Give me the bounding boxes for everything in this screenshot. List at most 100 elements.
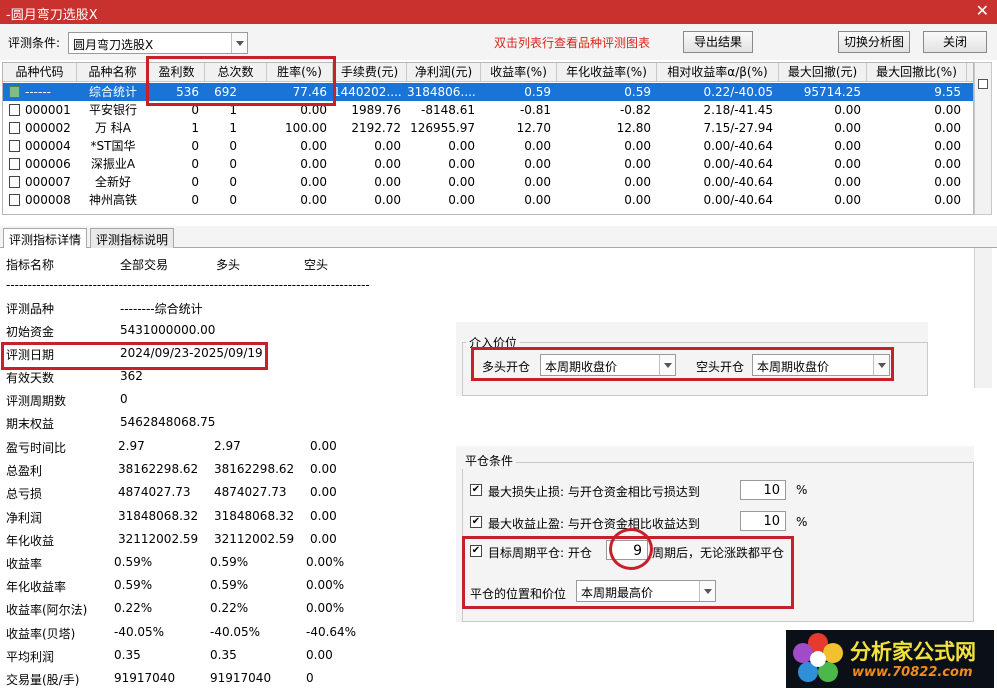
detail-metric-label: 平均利润 xyxy=(6,649,55,664)
cell-annual-return: 0.59 xyxy=(624,85,651,99)
cell-max-drawdown: 0.00 xyxy=(834,103,861,117)
exit-group-title: 平仓条件 xyxy=(462,452,517,469)
tab-detail[interactable]: 评测指标详情 xyxy=(3,228,88,249)
double-click-hint: 双击列表行查看品种评测图表 xyxy=(494,36,651,50)
cell-return: 12.70 xyxy=(516,121,551,135)
cell-annual-return: 0.00 xyxy=(624,193,651,207)
cell-return: 0.59 xyxy=(524,85,551,99)
cell-return: 0.00 xyxy=(524,175,551,189)
takeprofit-unit: % xyxy=(796,515,808,529)
window-title: -圆月弯刀选股X xyxy=(6,8,98,23)
detail-metric-label: 收益率(阿尔法) xyxy=(6,603,88,618)
watermark-logo: 分析家公式网 www.70822.com xyxy=(786,630,994,688)
cell-wins: 0 xyxy=(191,139,199,153)
cell-name: 综合统计 xyxy=(88,85,137,99)
detail-value-long: 32112002.59 xyxy=(214,531,295,546)
col-header-code[interactable]: 品种代码 xyxy=(3,63,77,82)
cell-annual-return: 12.80 xyxy=(616,121,651,135)
cell-winrate: 0.00 xyxy=(300,175,327,189)
detail-metric-label: 评测品种 xyxy=(6,302,55,316)
col-header-fee[interactable]: 手续费(元) xyxy=(333,63,407,82)
condition-select[interactable]: 圆月弯刀选股X xyxy=(68,32,248,54)
cell-max-drawdown-ratio: 0.00 xyxy=(934,103,961,117)
cell-fee: 0.00 xyxy=(374,139,401,153)
cell-wins: 0 xyxy=(191,175,199,189)
cell-netprofit: 3184806.... xyxy=(407,85,475,99)
col-header-return[interactable]: 收益率(%) xyxy=(481,63,557,82)
detail-value-all: -40.05% xyxy=(114,624,165,639)
col-header-annual-return[interactable]: 年化收益率(%) xyxy=(557,63,657,82)
close-button[interactable]: 关闭 xyxy=(923,31,987,53)
row-checkbox[interactable] xyxy=(9,122,20,134)
cell-code: 000002 xyxy=(25,121,71,135)
condition-label: 评测条件: xyxy=(8,36,61,50)
table-row[interactable]: 000006 深振业A 0 0 0.00 0.00 0.00 0.00 0.00 0.00/-40… xyxy=(3,155,973,173)
col-header-alpha-beta[interactable]: 相对收益率α/β(%) xyxy=(657,63,779,82)
stoploss-checkbox[interactable]: ✔ xyxy=(470,484,482,496)
table-row[interactable]: 000007 全新好 0 0 0.00 0.00 0.00 0.00 0.00 0.00/-40.… xyxy=(3,173,973,191)
takeprofit-input[interactable]: 10 xyxy=(740,511,786,531)
cell-max-drawdown-ratio: 0.00 xyxy=(934,139,961,153)
cell-total: 0 xyxy=(229,139,237,153)
detail-metric-label: 总盈利 xyxy=(6,464,43,479)
export-button[interactable]: 导出结果 xyxy=(683,31,753,53)
detail-metric-label: 期末权益 xyxy=(6,417,55,431)
detail-metric-value: 362 xyxy=(120,369,143,383)
row-checkbox[interactable] xyxy=(9,158,20,170)
col-header-netprofit[interactable]: 净利润(元) xyxy=(407,63,481,82)
cell-max-drawdown-ratio: 9.55 xyxy=(934,85,961,99)
row-checkbox[interactable] xyxy=(9,104,20,116)
cell-netprofit: 0.00 xyxy=(448,175,475,189)
col-header-name[interactable]: 品种名称 xyxy=(77,63,149,82)
tab-explain[interactable]: 评测指标说明 xyxy=(90,228,175,248)
cell-wins: 0 xyxy=(191,193,199,207)
detail-metric-label: 收益率(贝塔) xyxy=(6,626,76,641)
cell-annual-return: -0.82 xyxy=(619,103,651,117)
cell-winrate: 100.00 xyxy=(285,121,327,135)
table-scrollbar[interactable] xyxy=(974,62,992,215)
detail-metric-label: 年化收益率 xyxy=(6,580,67,595)
cell-netprofit: -8148.61 xyxy=(421,103,475,117)
cell-annual-return: 0.00 xyxy=(624,139,651,153)
cell-fee: 0.00 xyxy=(374,157,401,171)
table-row[interactable]: 000008 神州高铁 0 0 0.00 0.00 0.00 0.00 0.00 0.00/-40… xyxy=(3,191,973,209)
cell-netprofit: 0.00 xyxy=(448,193,475,207)
cell-code: 000001 xyxy=(25,103,71,117)
cell-total: 0 xyxy=(229,175,237,189)
cell-code: 000008 xyxy=(25,193,71,207)
detail-separator: ----------------------------------------… xyxy=(6,278,370,292)
stoploss-input[interactable]: 10 xyxy=(740,480,786,500)
col-header-max-drawdown-ratio[interactable]: 最大回撤比(%) xyxy=(867,63,967,82)
cell-return: 0.00 xyxy=(524,193,551,207)
detail-value-short: 0.00 xyxy=(310,462,337,477)
cell-return: 0.00 xyxy=(524,139,551,153)
switch-chart-button[interactable]: 切换分析图 xyxy=(838,31,910,53)
col-header-max-drawdown[interactable]: 最大回撤(元) xyxy=(779,63,867,82)
chevron-down-icon[interactable] xyxy=(231,33,247,53)
row-checkbox[interactable] xyxy=(9,86,20,98)
takeprofit-checkbox[interactable]: ✔ xyxy=(470,516,482,528)
detail-scrollbar[interactable] xyxy=(974,248,992,388)
row-checkbox[interactable] xyxy=(9,176,20,188)
cell-max-drawdown: 0.00 xyxy=(834,175,861,189)
window-close-icon[interactable]: ✕ xyxy=(976,1,989,20)
detail-metric-label: 交易量(股/手) xyxy=(6,673,80,687)
table-row[interactable]: 000004 *ST国华 0 0 0.00 0.00 0.00 0.00 0.00 0.00/-4… xyxy=(3,137,973,155)
cell-annual-return: 0.00 xyxy=(624,157,651,171)
scroll-checkbox[interactable] xyxy=(978,79,988,89)
detail-value-long: -40.05% xyxy=(210,624,261,639)
row-checkbox[interactable] xyxy=(9,194,20,206)
cell-return: -0.81 xyxy=(519,103,551,117)
cell-name: 平安银行 xyxy=(88,103,137,117)
takeprofit-label: 最大收益止盈: 与开仓资金相比收益达到 xyxy=(488,517,700,531)
detail-metric-value: 5462848068.75 xyxy=(120,415,216,429)
table-row[interactable]: 000002 万 科A 1 1 100.00 2192.72 126955.97 12.70 1… xyxy=(3,119,973,137)
detail-value-long: 2.97 xyxy=(214,439,241,453)
highlight-period-circle xyxy=(609,528,653,570)
cell-name: 深振业A xyxy=(90,157,136,171)
cell-netprofit: 0.00 xyxy=(448,139,475,153)
row-checkbox[interactable] xyxy=(9,140,20,152)
detail-metric-label: 有效天数 xyxy=(6,371,55,385)
detail-value-all: 4874027.73 xyxy=(118,485,191,500)
cell-max-drawdown-ratio: 0.00 xyxy=(934,193,961,207)
